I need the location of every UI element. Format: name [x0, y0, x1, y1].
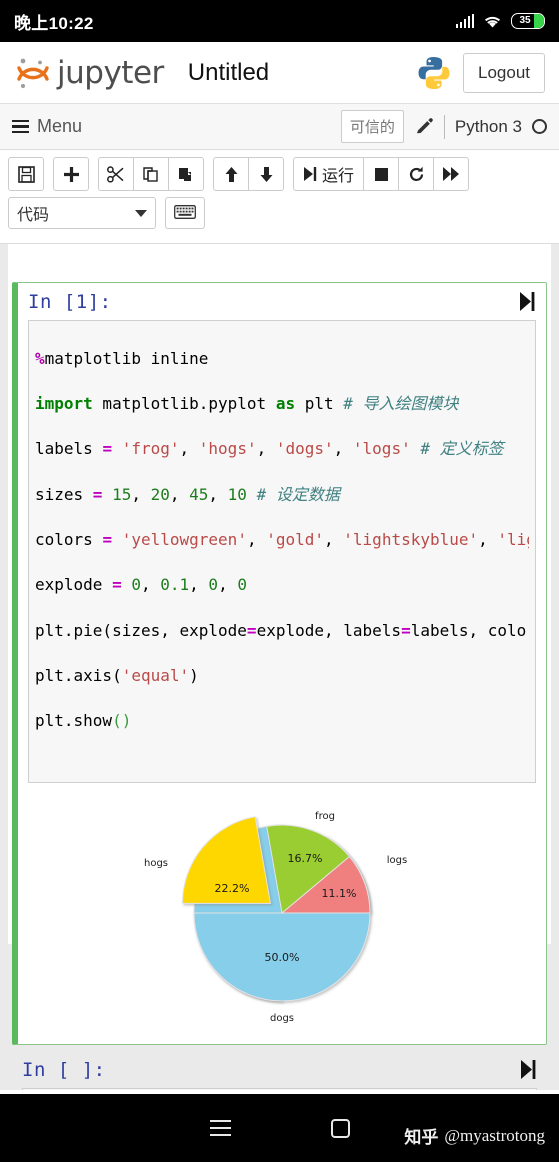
hamburger-icon	[12, 119, 29, 134]
notebook-toolbar: 运行 代码	[0, 150, 559, 244]
code-editor-2[interactable]	[22, 1088, 537, 1090]
cell-list: In [1]: %matplotlib inline import matplo…	[0, 262, 559, 1090]
notebook-title[interactable]: Untitled	[188, 59, 405, 87]
pie-pct-dogs: 50.0%	[265, 951, 300, 964]
menu-button[interactable]: Menu	[12, 116, 82, 137]
run-icon	[303, 166, 317, 182]
jupyter-logo-icon	[14, 53, 54, 93]
stop-square-icon	[374, 167, 389, 182]
android-status-bar: 晚上10:22 35	[0, 0, 559, 42]
watermark: 知乎 @myastrotong	[404, 1123, 545, 1148]
code-line: sizes = 15, 20, 45, 10 # 设定数据	[35, 484, 340, 504]
insert-cell-button[interactable]	[53, 157, 89, 191]
code-line: %matplotlib inline	[35, 348, 209, 368]
notebook-cell-2[interactable]: In [ ]:	[12, 1051, 547, 1090]
copy-cell-button[interactable]	[133, 157, 169, 191]
play-cell-icon[interactable]	[519, 1059, 537, 1080]
trusted-badge: 可信的	[340, 110, 404, 143]
keyboard-icon	[174, 204, 196, 222]
run-label: 运行	[322, 168, 355, 185]
cell-prompt-row: In [ ]:	[22, 1059, 537, 1081]
code-line: import matplotlib.pyplot as plt # 导入绘图模块	[35, 394, 459, 414]
logout-button[interactable]: Logout	[463, 52, 545, 93]
restart-circle-icon	[408, 166, 425, 183]
cut-cell-button[interactable]	[98, 157, 134, 191]
toolbar-row-2: 代码	[8, 197, 551, 229]
battery-icon: 35	[511, 13, 545, 29]
move-cell-up-button[interactable]	[213, 157, 249, 191]
notebook-body: In [1]: %matplotlib inline import matplo…	[0, 244, 559, 1090]
restart-kernel-button[interactable]	[398, 157, 435, 191]
pie-chart-figure: 16.7% 11.1% 22.2% 50.0% frog logs hogs d…	[87, 793, 477, 1028]
cell-type-value: 代码	[17, 207, 50, 224]
watermark-brand: 知乎	[404, 1128, 439, 1147]
toolbar-group-move	[213, 157, 284, 191]
nav-home-square-icon[interactable]	[330, 1118, 350, 1138]
cell-output-1: 16.7% 11.1% 22.2% 50.0% frog logs hogs d…	[28, 783, 536, 1034]
code-line: plt.pie(sizes, explode=explode, labels=l…	[35, 620, 529, 640]
toolbar-row-1: 运行	[8, 157, 551, 191]
pie-pct-frog: 16.7%	[288, 852, 323, 865]
menu-label: Menu	[37, 116, 83, 136]
toolbar-group-run: 运行	[293, 157, 470, 191]
code-line: plt.show()	[35, 711, 132, 731]
python-logo-icon	[415, 54, 453, 92]
status-icons: 35	[455, 13, 545, 29]
restart-run-all-button[interactable]	[433, 157, 470, 191]
scissors-icon	[107, 165, 125, 183]
floppy-disk-icon	[17, 165, 35, 183]
battery-level: 35	[519, 15, 531, 26]
fast-forward-icon	[442, 166, 460, 182]
chevron-down-icon	[135, 209, 147, 217]
cell-prompt-row: In [1]:	[28, 291, 536, 313]
pie-label-logs: logs	[387, 855, 407, 866]
interrupt-kernel-button[interactable]	[363, 157, 400, 191]
menu-bar: Menu 可信的 Python 3	[0, 104, 559, 150]
pie-label-hogs: hogs	[144, 858, 168, 869]
kernel-idle-circle-icon[interactable]	[532, 119, 547, 134]
cell-prompt-2: In [ ]:	[22, 1059, 106, 1082]
keyboard-shortcuts-button[interactable]	[165, 197, 205, 229]
code-editor-1[interactable]: %matplotlib inline import matplotlib.pyp…	[28, 320, 536, 784]
paste-icon	[177, 166, 195, 183]
jupyter-logo[interactable]: jupyter	[14, 53, 164, 93]
cell-prompt-1: In [1]:	[28, 291, 112, 313]
paste-cell-button[interactable]	[168, 157, 204, 191]
menu-divider	[443, 114, 445, 139]
wifi-icon	[483, 14, 502, 29]
arrow-up-icon	[223, 166, 240, 183]
pie-label-dogs: dogs	[270, 1013, 294, 1024]
toolbar-group-insert	[53, 157, 89, 191]
toolbar-group-save	[8, 157, 44, 191]
toolbar-group-edit	[98, 157, 204, 191]
jupyter-header: jupyter Untitled Logout	[0, 42, 559, 104]
notebook-cell-1[interactable]: In [1]: %matplotlib inline import matplo…	[12, 282, 547, 1046]
nav-menu-icon[interactable]	[209, 1119, 231, 1137]
play-cell-icon[interactable]	[518, 291, 536, 312]
code-line: explode = 0, 0.1, 0, 0	[35, 575, 247, 595]
copy-icon	[142, 166, 160, 183]
pie-pct-logs: 11.1%	[322, 887, 357, 900]
move-cell-down-button[interactable]	[248, 157, 284, 191]
status-time: 晚上10:22	[14, 13, 94, 33]
pie-label-frog: frog	[315, 811, 335, 822]
android-nav-bar: 知乎 @myastrotong	[0, 1094, 559, 1162]
code-line: plt.axis('equal')	[35, 665, 199, 685]
code-line: colors = 'yellowgreen', 'gold', 'lightsk…	[35, 529, 529, 549]
watermark-user: @myastrotong	[444, 1125, 545, 1145]
signal-bars-icon	[455, 14, 474, 28]
save-button[interactable]	[8, 157, 44, 191]
pie-pct-hogs: 22.2%	[215, 882, 250, 895]
plus-icon	[63, 166, 80, 183]
pencil-icon[interactable]	[414, 117, 434, 137]
run-cell-button[interactable]: 运行	[293, 157, 365, 191]
kernel-name: Python 3	[454, 116, 522, 136]
jupyter-logo-text: jupyter	[57, 54, 164, 91]
cell-type-select[interactable]: 代码	[8, 197, 156, 229]
arrow-down-icon	[258, 166, 275, 183]
code-line: labels = 'frog', 'hogs', 'dogs', 'logs' …	[35, 439, 504, 459]
